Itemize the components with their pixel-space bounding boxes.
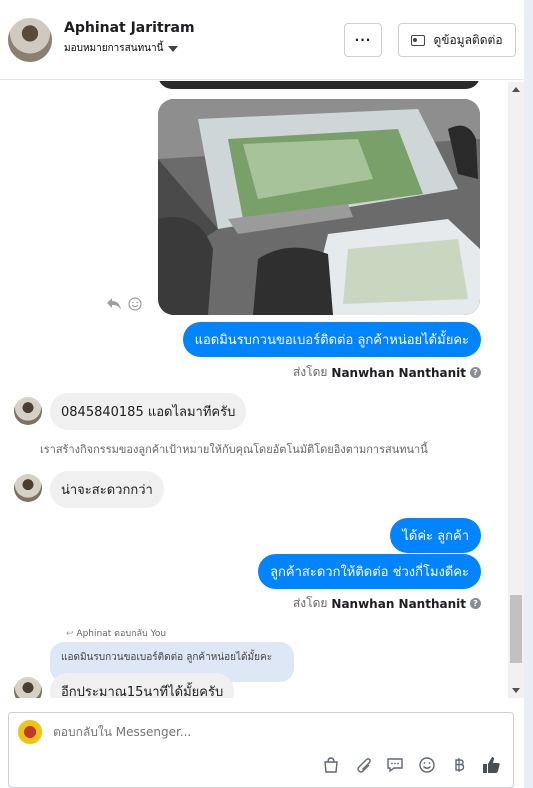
sent-by-line: ส่งโดย Nanwhan Nanthanit ? [293,594,481,613]
reply-arrow-icon: ↩ [66,629,74,639]
outgoing-message[interactable]: ได้ค่ะ ลูกค้า [390,518,481,553]
outgoing-message[interactable]: ลูกค้าสะดวกให้ติดต่อ ช่วงกี่โมงดีคะ [258,554,481,589]
outgoing-message[interactable]: แอดมินรบกวนขอเบอร์ติดต่อ ลูกค้าหน่อยได้ม… [182,322,481,357]
emoji-icon[interactable] [417,755,437,775]
message-actions [106,297,142,311]
message-composer [8,712,514,788]
conversation-header: Aphinat Jaritram มอบหมายการสนทนานี้ ··· … [0,0,524,80]
scroll-down-arrow-icon[interactable] [512,688,520,693]
incoming-message[interactable]: 0845840185 แอดไลมาทีครับ [50,393,247,430]
bag-icon[interactable] [321,755,341,775]
contact-avatar-small [14,474,42,502]
smiley-icon[interactable] [128,297,142,311]
system-note: เราสร้างกิจกรรมของลูกค้าเป้าหมายให้กับคุ… [40,443,428,456]
sent-by-prefix: ส่งโดย [292,596,328,610]
reply-input[interactable] [53,725,453,739]
image-message[interactable] [158,99,480,315]
sender-name: Nanwhan Nanthanit [331,365,466,380]
composer-toolbar [321,755,501,775]
caret-down-icon [168,45,179,52]
help-icon[interactable]: ? [470,598,481,609]
assign-label: มอบหมายการสนทนานี้ [64,43,164,54]
incoming-message[interactable]: น่าจะสะดวกกว่า [50,471,164,508]
sent-by-line: ส่งโดย Nanwhan Nanthanit ? [293,363,481,382]
baht-icon[interactable] [449,755,469,775]
reply-icon[interactable] [106,297,122,311]
scrollbar-thumb[interactable] [510,595,522,663]
page-edge [524,0,533,788]
help-icon[interactable]: ? [470,367,481,378]
view-contact-info-label: ดูข้อมูลติดต่อ [433,32,503,47]
speech-bubble-icon[interactable] [385,755,405,775]
contact-card-icon [411,34,426,46]
car-sunroof-photo [158,99,480,315]
message-thread: แอดมินรบกวนขอเบอร์ติดต่อ ลูกค้าหน่อยได้ม… [0,81,508,698]
thumbs-up-icon[interactable] [481,755,501,775]
contact-avatar-small [14,677,42,698]
reply-label-text: Aphinat ตอบกลับ You [76,629,167,639]
contact-avatar[interactable] [8,18,52,62]
sender-name: Nanwhan Nanthanit [331,596,466,611]
contact-avatar-small [14,397,42,425]
incoming-message[interactable]: อีกประมาณ15นาทีได้มั้ยครับ [50,673,235,698]
sent-by-prefix: ส่งโดย [292,365,328,379]
page-avatar [18,720,42,744]
scroll-up-arrow-icon[interactable] [512,87,520,92]
view-contact-info-button[interactable]: ดูข้อมูลติดต่อ [398,23,516,57]
previous-image-message[interactable] [158,81,480,89]
contact-name[interactable]: Aphinat Jaritram [64,20,195,36]
paperclip-icon[interactable] [353,755,373,775]
assign-conversation-dropdown[interactable]: มอบหมายการสนทนานี้ [64,41,179,56]
more-options-button[interactable]: ··· [344,23,382,57]
reply-label: ↩ Aphinat ตอบกลับ You [66,626,166,640]
